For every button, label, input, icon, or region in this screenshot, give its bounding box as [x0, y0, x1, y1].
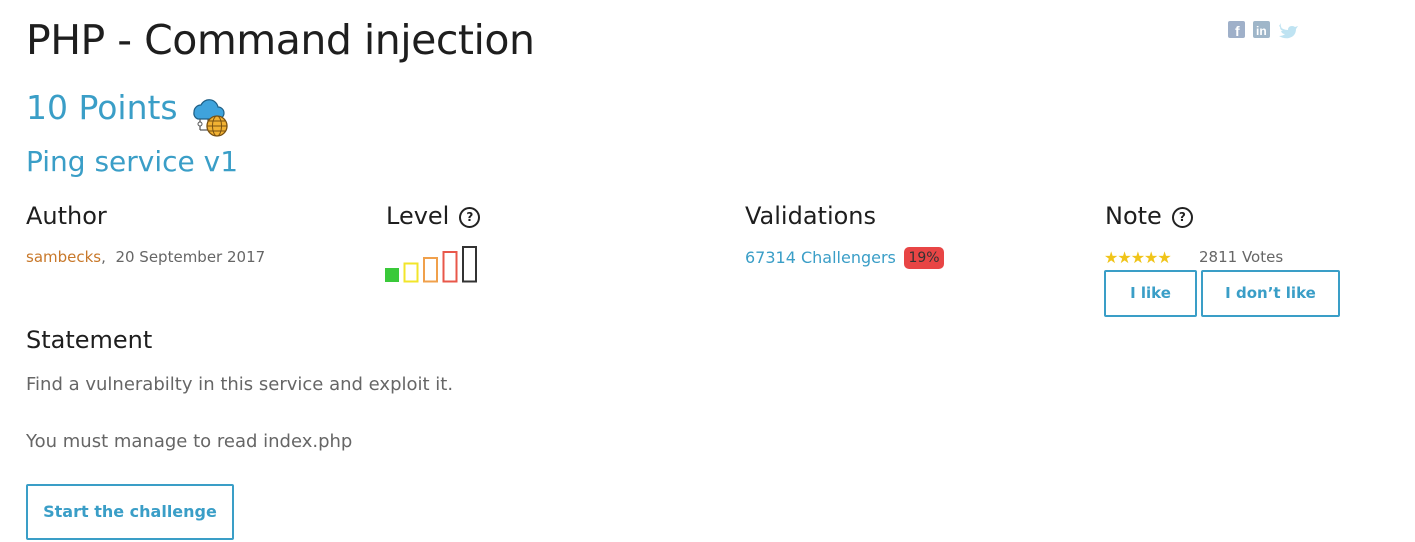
- validation-percent-badge: 19%: [904, 247, 944, 269]
- challengers-link[interactable]: 67314 Challengers: [745, 248, 896, 267]
- author-info: sambecks, 20 September 2017: [26, 248, 265, 266]
- linkedin-icon[interactable]: in: [1253, 21, 1270, 38]
- question-circle-icon[interactable]: ?: [459, 206, 481, 228]
- author-heading: Author: [26, 202, 107, 230]
- level-bar-5: [462, 246, 477, 283]
- facebook-icon[interactable]: f: [1228, 21, 1245, 39]
- author-link[interactable]: sambecks: [26, 248, 101, 266]
- points-label: 10 Points: [26, 88, 178, 127]
- validations-heading: Validations: [745, 202, 877, 230]
- social-share-icons: f in: [1228, 21, 1298, 39]
- note-heading: Note?: [1105, 202, 1193, 230]
- cloud-network-globe-icon[interactable]: [186, 92, 232, 138]
- level-heading-label: Level: [386, 202, 450, 230]
- author-separator: ,: [101, 248, 106, 266]
- difficulty-level-bars: [385, 246, 477, 283]
- level-bar-4: [442, 251, 458, 283]
- level-bar-3: [423, 257, 438, 283]
- statement-text-2: You must manage to read index.php: [26, 431, 353, 452]
- note-heading-label: Note: [1105, 202, 1162, 230]
- like-button[interactable]: I like: [1104, 270, 1197, 317]
- svg-text:in: in: [1256, 24, 1267, 38]
- dislike-button[interactable]: I don’t like: [1201, 270, 1340, 317]
- author-date: 20 September 2017: [115, 248, 266, 266]
- start-challenge-button[interactable]: Start the challenge: [26, 484, 234, 540]
- level-heading: Level?: [386, 202, 481, 230]
- twitter-icon[interactable]: [1279, 23, 1298, 39]
- svg-text:f: f: [1235, 23, 1240, 39]
- statement-heading: Statement: [26, 326, 153, 354]
- question-circle-icon[interactable]: ?: [1171, 206, 1193, 228]
- challenge-subtitle: Ping service v1: [26, 145, 239, 178]
- page-title: PHP - Command injection: [26, 16, 535, 64]
- level-bar-2: [403, 262, 419, 283]
- level-bar-1: [385, 268, 399, 282]
- rating-stars: ★★★★★: [1104, 248, 1172, 267]
- statement-text-1: Find a vulnerabilty in this service and …: [26, 374, 454, 395]
- votes-count: 2811 Votes: [1199, 248, 1284, 266]
